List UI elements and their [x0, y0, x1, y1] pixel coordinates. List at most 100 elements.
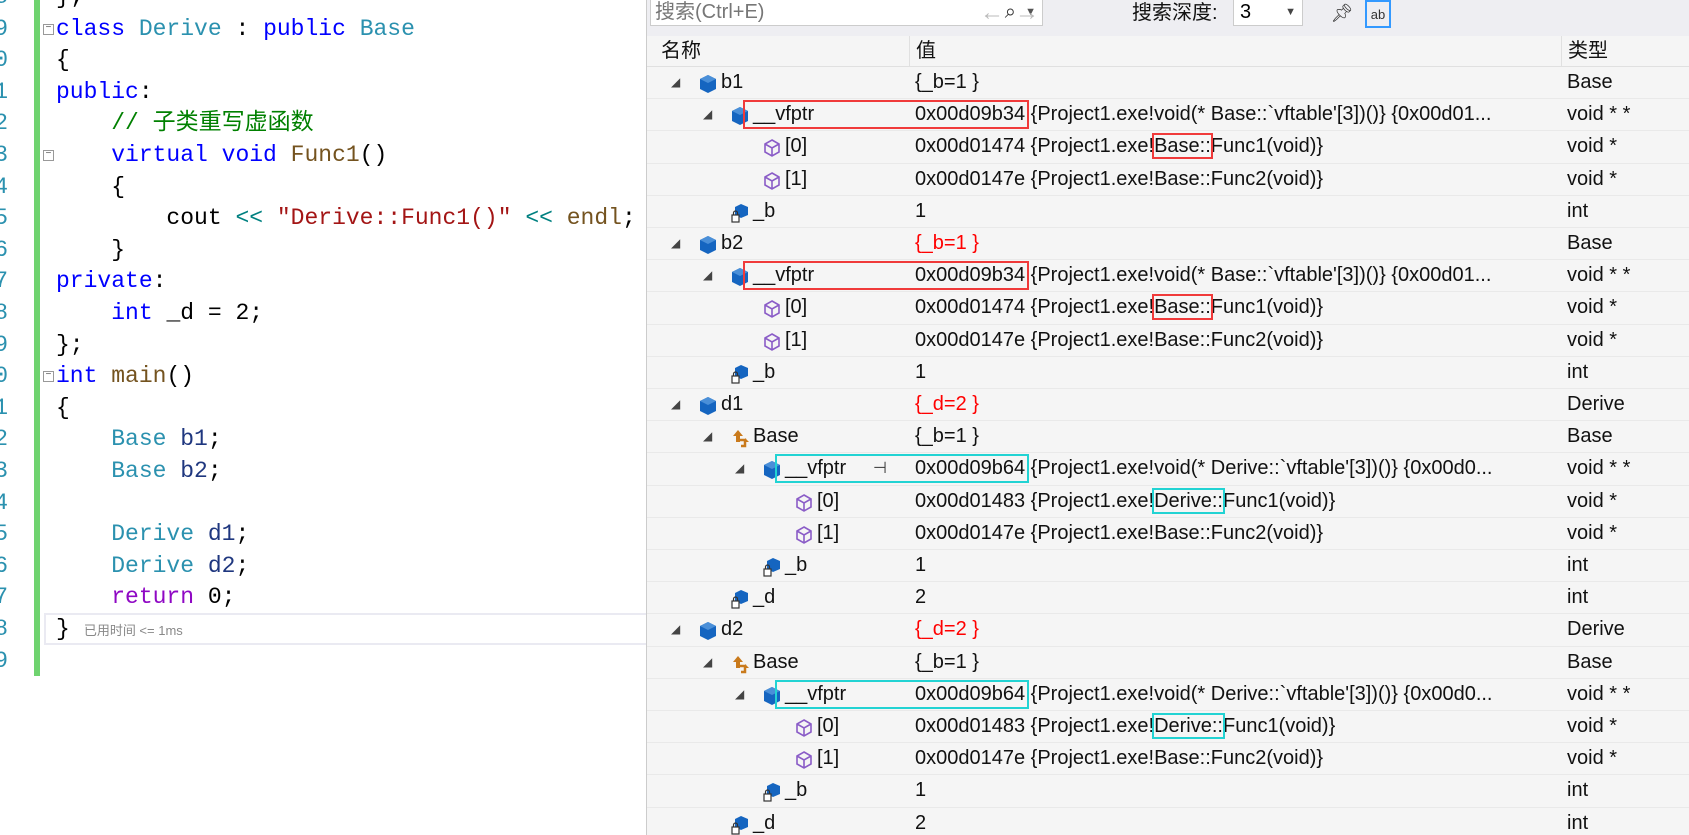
watch-row[interactable]: [0] 0x00d01483 {Project1.exe!Derive::Func… — [647, 486, 1689, 518]
watch-row[interactable]: ◢ d1 {_d=2 } Derive — [647, 389, 1689, 422]
view-as-string-icon[interactable]: ab — [1365, 0, 1391, 28]
watch-row[interactable]: [1] 0x00d0147e {Project1.exe!Base::Func2(… — [647, 518, 1689, 550]
private-field-icon — [731, 363, 749, 384]
line-number: 3 — [0, 142, 8, 168]
code-token: d2 — [207, 552, 236, 579]
variable-name: [0] — [785, 135, 808, 158]
code-editor[interactable]: 8};9class Derive : public Base−0{1public… — [0, 0, 646, 835]
watch-row[interactable]: [0] 0x00d01483 {Project1.exe!Derive::Func… — [647, 711, 1689, 744]
back-icon[interactable]: ← — [980, 0, 1004, 26]
highlight-box — [743, 261, 1030, 291]
code-line: Base b1; — [56, 424, 221, 456]
watch-row[interactable]: ◢ b2 {_b=1 } Base — [647, 228, 1689, 261]
watch-row[interactable]: ◢ Base {_b=1 } Base — [647, 647, 1689, 679]
value-text: {_b=1 } — [915, 425, 979, 448]
watch-row[interactable]: _b 1 int — [647, 550, 1689, 583]
change-indicator-bar — [34, 0, 40, 676]
watch-row[interactable]: _b 1 int — [647, 357, 1689, 389]
function-icon — [795, 524, 813, 544]
code-token: ; — [207, 458, 222, 484]
value-text: 0x00d0147e {Project1.exe!Base::Func2(voi… — [915, 328, 1324, 351]
code-token: b2 — [180, 458, 208, 484]
forward-icon[interactable]: → — [1015, 0, 1039, 26]
expand-triangle-icon[interactable]: ◢ — [671, 67, 680, 98]
type-cell: void * — [1567, 747, 1618, 770]
watch-row[interactable]: [1] 0x00d0147e {Project1.exe!Base::Func2(… — [647, 164, 1689, 196]
code-token: int — [111, 300, 167, 326]
type-cell: int — [1567, 554, 1589, 576]
expand-triangle-icon[interactable]: ◢ — [703, 99, 712, 130]
watch-row[interactable]: ◢ d2 {_d=2 } Derive — [647, 614, 1689, 647]
expand-triangle-icon[interactable]: ◢ — [703, 260, 712, 291]
value-cell: {_b=1 } — [915, 647, 1557, 678]
type-cell: Base — [1567, 650, 1613, 673]
value-text: {Project1.exe!void(* Derive::`vftable'[3… — [1025, 682, 1493, 705]
watch-row[interactable]: _d 2 int — [647, 582, 1689, 615]
value-text: 0x00d0147e {Project1.exe!Base::Func2(voi… — [915, 747, 1324, 770]
expand-triangle-icon[interactable]: ◢ — [671, 228, 680, 259]
watch-row[interactable]: ◢ __vfptr 0x00d09b64 {Project1.exe!void(* … — [647, 679, 1689, 711]
value-text: {_d=2 } — [915, 393, 979, 415]
expand-triangle-icon[interactable]: ◢ — [703, 421, 712, 452]
expand-triangle-icon[interactable]: ◢ — [735, 453, 744, 484]
watch-window[interactable]: 搜索(Ctrl+E) ⌕ ▼ ← → 搜索深度: 3 ▼ 📌︎ ab 名称 值 … — [646, 0, 1689, 835]
watch-row[interactable]: ◢ __vfptr 0x00d09b34 {Project1.exe!void(* … — [647, 99, 1689, 132]
watch-row[interactable]: ◢ __vfptr ⊣ 0x00d09b64 {Project1.exe!void(*… — [647, 453, 1689, 486]
value-text: Func1(void)} — [1222, 715, 1336, 737]
name-cell: _d — [647, 582, 910, 613]
base-class-icon — [731, 653, 749, 673]
highlight-box — [775, 679, 1030, 709]
watch-row[interactable]: [1] 0x00d0147e {Project1.exe!Base::Func2(… — [647, 325, 1689, 357]
watch-row[interactable]: _b 1 int — [647, 775, 1689, 808]
watch-row[interactable]: [0] 0x00d01474 {Project1.exe!Base::Func1(… — [647, 292, 1689, 325]
watch-row[interactable]: ◢ Base {_b=1 } Base — [647, 421, 1689, 454]
fold-toggle-icon[interactable]: − — [43, 371, 54, 383]
code-token: Base — [111, 426, 181, 453]
column-value[interactable]: 值 — [909, 36, 1561, 67]
watch-row[interactable]: ◢ b1 {_b=1 } Base — [647, 67, 1689, 100]
fold-toggle-icon[interactable]: − — [43, 23, 54, 35]
value-text: {Project1.exe! — [1025, 489, 1155, 512]
code-line: int main() — [56, 361, 194, 393]
variable-name: d2 — [721, 618, 744, 641]
code-line: // 子类重写虚函数 — [56, 108, 313, 140]
value-text: 0x00d0147e {Project1.exe!Base::Func2(voi… — [915, 521, 1324, 544]
value-text: Func1(void)} — [1210, 135, 1324, 158]
name-cell: _b — [647, 550, 910, 581]
expand-triangle-icon[interactable]: ◢ — [703, 647, 712, 678]
type-cell: int — [1567, 586, 1589, 609]
column-type[interactable]: 类型 — [1561, 36, 1689, 67]
code-line: { — [56, 45, 70, 77]
value-cell: {_b=1 } — [915, 67, 1557, 98]
pin-icon[interactable]: 📌︎ — [1329, 0, 1355, 28]
watch-row[interactable]: _d 2 int — [647, 808, 1689, 835]
expand-triangle-icon[interactable]: ◢ — [735, 679, 744, 710]
fold-toggle-icon[interactable]: − — [43, 150, 54, 161]
watch-row[interactable]: [1] 0x00d0147e {Project1.exe!Base::Func2(… — [647, 743, 1689, 776]
type-cell: void * * — [1567, 457, 1631, 480]
search-depth-dropdown[interactable]: 3 ▼ — [1233, 0, 1303, 26]
value-cell: 0x00d01483 {Project1.exe!Derive::Func1(v… — [915, 486, 1557, 517]
value-text: 1 — [915, 554, 927, 576]
code-token: () — [359, 142, 388, 168]
address-value: 0x00d01483 — [915, 715, 1026, 737]
line-number: 6 — [0, 236, 8, 263]
expand-triangle-icon[interactable]: ◢ — [671, 614, 680, 645]
code-token: class — [56, 15, 139, 42]
watch-row[interactable]: _b 1 int — [647, 196, 1689, 228]
variable-name: b2 — [721, 232, 744, 254]
address-value: 0x00d01483 — [915, 489, 1026, 512]
code-token: int — [56, 363, 112, 390]
highlight-box — [775, 454, 1030, 484]
code-line: return 0; — [56, 582, 235, 614]
expand-triangle-icon[interactable]: ◢ — [671, 389, 680, 420]
column-header: 名称 值 类型 — [647, 36, 1689, 67]
watch-row[interactable]: [0] 0x00d01474 {Project1.exe!Base::Func1(… — [647, 131, 1689, 164]
type-cell: void * * — [1567, 264, 1631, 287]
watch-row[interactable]: ◢ __vfptr 0x00d09b34 {Project1.exe!void(* … — [647, 260, 1689, 293]
highlighted-scope: Base:: — [1152, 133, 1213, 160]
private-field-icon — [731, 814, 749, 835]
column-name[interactable]: 名称 — [655, 36, 915, 67]
